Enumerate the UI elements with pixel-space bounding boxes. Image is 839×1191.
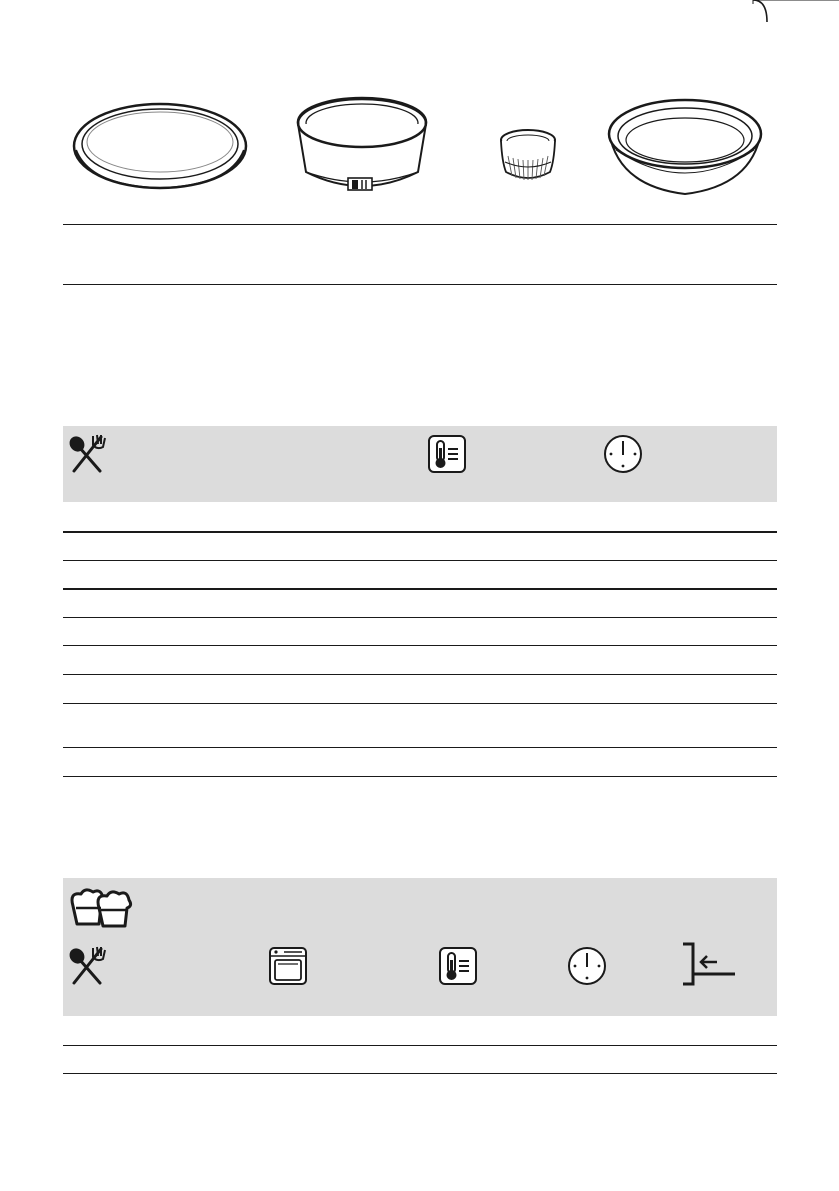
- clock-icon: [603, 434, 643, 474]
- table-row: [63, 617, 777, 618]
- table-row: [63, 588, 777, 590]
- table1-header: [63, 426, 777, 502]
- muffins-icon: [67, 886, 137, 928]
- table-row: [63, 531, 777, 533]
- table-row: [63, 1073, 777, 1074]
- table-row: [63, 645, 777, 646]
- divider-line: [63, 224, 777, 225]
- springform-pan-icon: [292, 94, 432, 204]
- temperature-icon: [438, 946, 478, 986]
- divider-line: [63, 284, 777, 285]
- oven-function-icon: [268, 946, 308, 986]
- ramekin-icon: [496, 128, 560, 184]
- clock-icon: [567, 946, 607, 986]
- table-row: [63, 703, 777, 704]
- table-row: [63, 674, 777, 675]
- food-utensils-icon: [67, 434, 107, 474]
- bakeware-row: [60, 90, 780, 210]
- food-utensils-icon: [67, 946, 107, 986]
- table-row: [63, 1045, 777, 1046]
- table-row: [63, 776, 777, 777]
- table-row: [63, 747, 777, 748]
- shelf-position-icon: [681, 942, 737, 988]
- crop-mark-top-right: [752, 0, 839, 40]
- temperature-icon: [427, 434, 467, 474]
- deep-round-pan-icon: [604, 94, 766, 202]
- flat-tart-pan-icon: [70, 98, 250, 193]
- table2-header: [63, 878, 777, 1016]
- table-row: [63, 560, 777, 561]
